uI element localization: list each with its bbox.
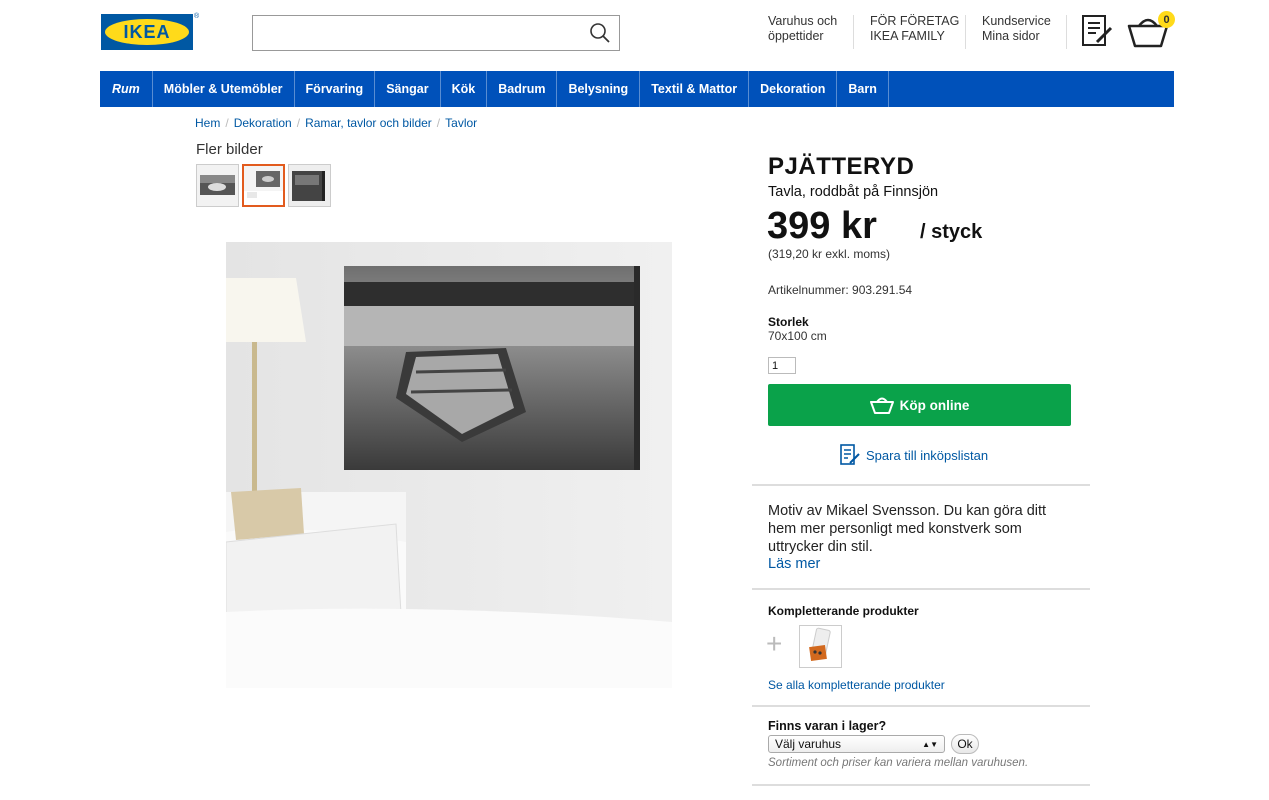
size-value: 70x100 cm: [768, 329, 827, 343]
section-divider: [752, 588, 1090, 590]
product-price-unit: / styck: [920, 221, 983, 243]
product-price-excl-vat: (319,20 kr exkl. moms): [768, 247, 891, 261]
breadcrumb-separator: /: [296, 116, 301, 130]
shopping-list-icon: [840, 444, 860, 465]
nav-item-belysning[interactable]: Belysning: [557, 71, 641, 107]
select-arrows-icon: ▲▼: [922, 739, 938, 749]
see-all-complementary-link[interactable]: Se alla kompletterande produkter: [768, 678, 945, 692]
quantity-input[interactable]: [768, 357, 796, 374]
header-link-line: Varuhus och: [768, 14, 838, 28]
breadcrumb-separator: /: [225, 116, 229, 130]
complementary-title: Kompletterande produkter: [768, 604, 919, 618]
header-link-line: öppettider: [768, 29, 824, 43]
size-label: Storlek: [768, 315, 809, 329]
section-divider: [752, 484, 1090, 486]
breadcrumb-item[interactable]: Dekoration: [234, 116, 292, 130]
ok-button[interactable]: Ok: [951, 734, 979, 754]
nav-item-badrum[interactable]: Badrum: [487, 71, 558, 107]
main-nav: Rum Möbler & Utemöbler Förvaring Sängar …: [100, 71, 1174, 107]
buy-online-label: Köp online: [899, 397, 970, 413]
save-to-list-label: Spara till inköpslistan: [866, 447, 989, 463]
ikea-logo[interactable]: IKEA: [101, 14, 193, 50]
header-link-line: Kundservice: [982, 14, 1051, 28]
product-name: PJÄTTERYD: [768, 153, 915, 180]
product-description: Tavla, roddbåt på Finnsjön: [768, 184, 939, 200]
section-divider: [752, 784, 1090, 786]
product-summary: Motiv av Mikael Svensson. Du kan göra di…: [768, 503, 1047, 555]
complementary-product-image: [809, 627, 831, 662]
more-images-label: Fler bilder: [196, 141, 263, 158]
header-divider: [853, 15, 854, 49]
search-icon[interactable]: [589, 22, 611, 44]
nav-item-textil[interactable]: Textil & Mattor: [640, 71, 750, 107]
nav-item-dekoration[interactable]: Dekoration: [749, 71, 838, 107]
store-select-value: Välj varuhus: [775, 737, 842, 751]
breadcrumb-separator: /: [436, 116, 441, 130]
thumbnail-1[interactable]: [196, 164, 239, 207]
nav-item-rum[interactable]: Rum: [100, 71, 153, 107]
buy-online-button[interactable]: Köp online: [768, 384, 1071, 426]
product-photo: [226, 242, 672, 688]
header-link-customer-service[interactable]: Kundservice Mina sidor: [982, 14, 1051, 44]
plus-icon: +: [766, 628, 783, 659]
section-divider: [752, 705, 1090, 707]
nav-item-forvaring[interactable]: Förvaring: [295, 71, 376, 107]
stock-title: Finns varan i lager?: [768, 719, 887, 733]
article-number: Artikelnummer: 903.291.54: [768, 283, 913, 297]
search-input[interactable]: [252, 15, 620, 51]
save-to-list-link[interactable]: Spara till inköpslistan: [840, 444, 988, 466]
header-divider: [965, 15, 966, 49]
logo-text: IKEA: [123, 21, 171, 42]
header-link-line: FÖR FÖRETAG: [870, 14, 960, 28]
thumbnail-2[interactable]: [242, 164, 285, 207]
nav-item-kok[interactable]: Kök: [441, 71, 488, 107]
header-link-line: Mina sidor: [982, 29, 1040, 43]
shopping-list-icon[interactable]: [1080, 14, 1114, 48]
nav-item-barn[interactable]: Barn: [837, 71, 889, 107]
basket-icon: [869, 397, 894, 414]
breadcrumb-item[interactable]: Tavlor: [445, 116, 477, 130]
logo-oval: IKEA: [105, 19, 189, 45]
store-select[interactable]: Välj varuhus ▲▼: [768, 735, 945, 753]
header-link-stores[interactable]: Varuhus och öppettider: [768, 14, 837, 44]
logo-registered-mark: ®: [194, 13, 200, 20]
header-link-business[interactable]: FÖR FÖRETAG IKEA FAMILY: [870, 14, 959, 44]
thumbnail-image: [197, 165, 238, 206]
read-more-link[interactable]: Läs mer: [768, 556, 820, 572]
breadcrumb: Hem / Dekoration / Ramar, tavlor och bilder /…: [195, 116, 477, 130]
header-divider: [1066, 15, 1067, 49]
product-main-image[interactable]: [226, 242, 672, 688]
header-link-line: IKEA FAMILY: [870, 29, 945, 43]
nav-item-mobler[interactable]: Möbler & Utemöbler: [153, 71, 295, 107]
thumbnail-3[interactable]: [288, 164, 331, 207]
nav-item-sangar[interactable]: Sängar: [375, 71, 441, 107]
complementary-product-thumbnail[interactable]: [799, 625, 842, 668]
stock-note: Sortiment och priser kan variera mellan …: [768, 757, 1029, 769]
thumbnail-image: [244, 166, 283, 205]
product-price: 399 kr: [767, 205, 877, 247]
breadcrumb-item[interactable]: Ramar, tavlor och bilder: [305, 116, 432, 130]
cart-count-badge: 0: [1158, 11, 1175, 28]
breadcrumb-item[interactable]: Hem: [195, 116, 220, 130]
thumbnail-image: [289, 165, 330, 206]
